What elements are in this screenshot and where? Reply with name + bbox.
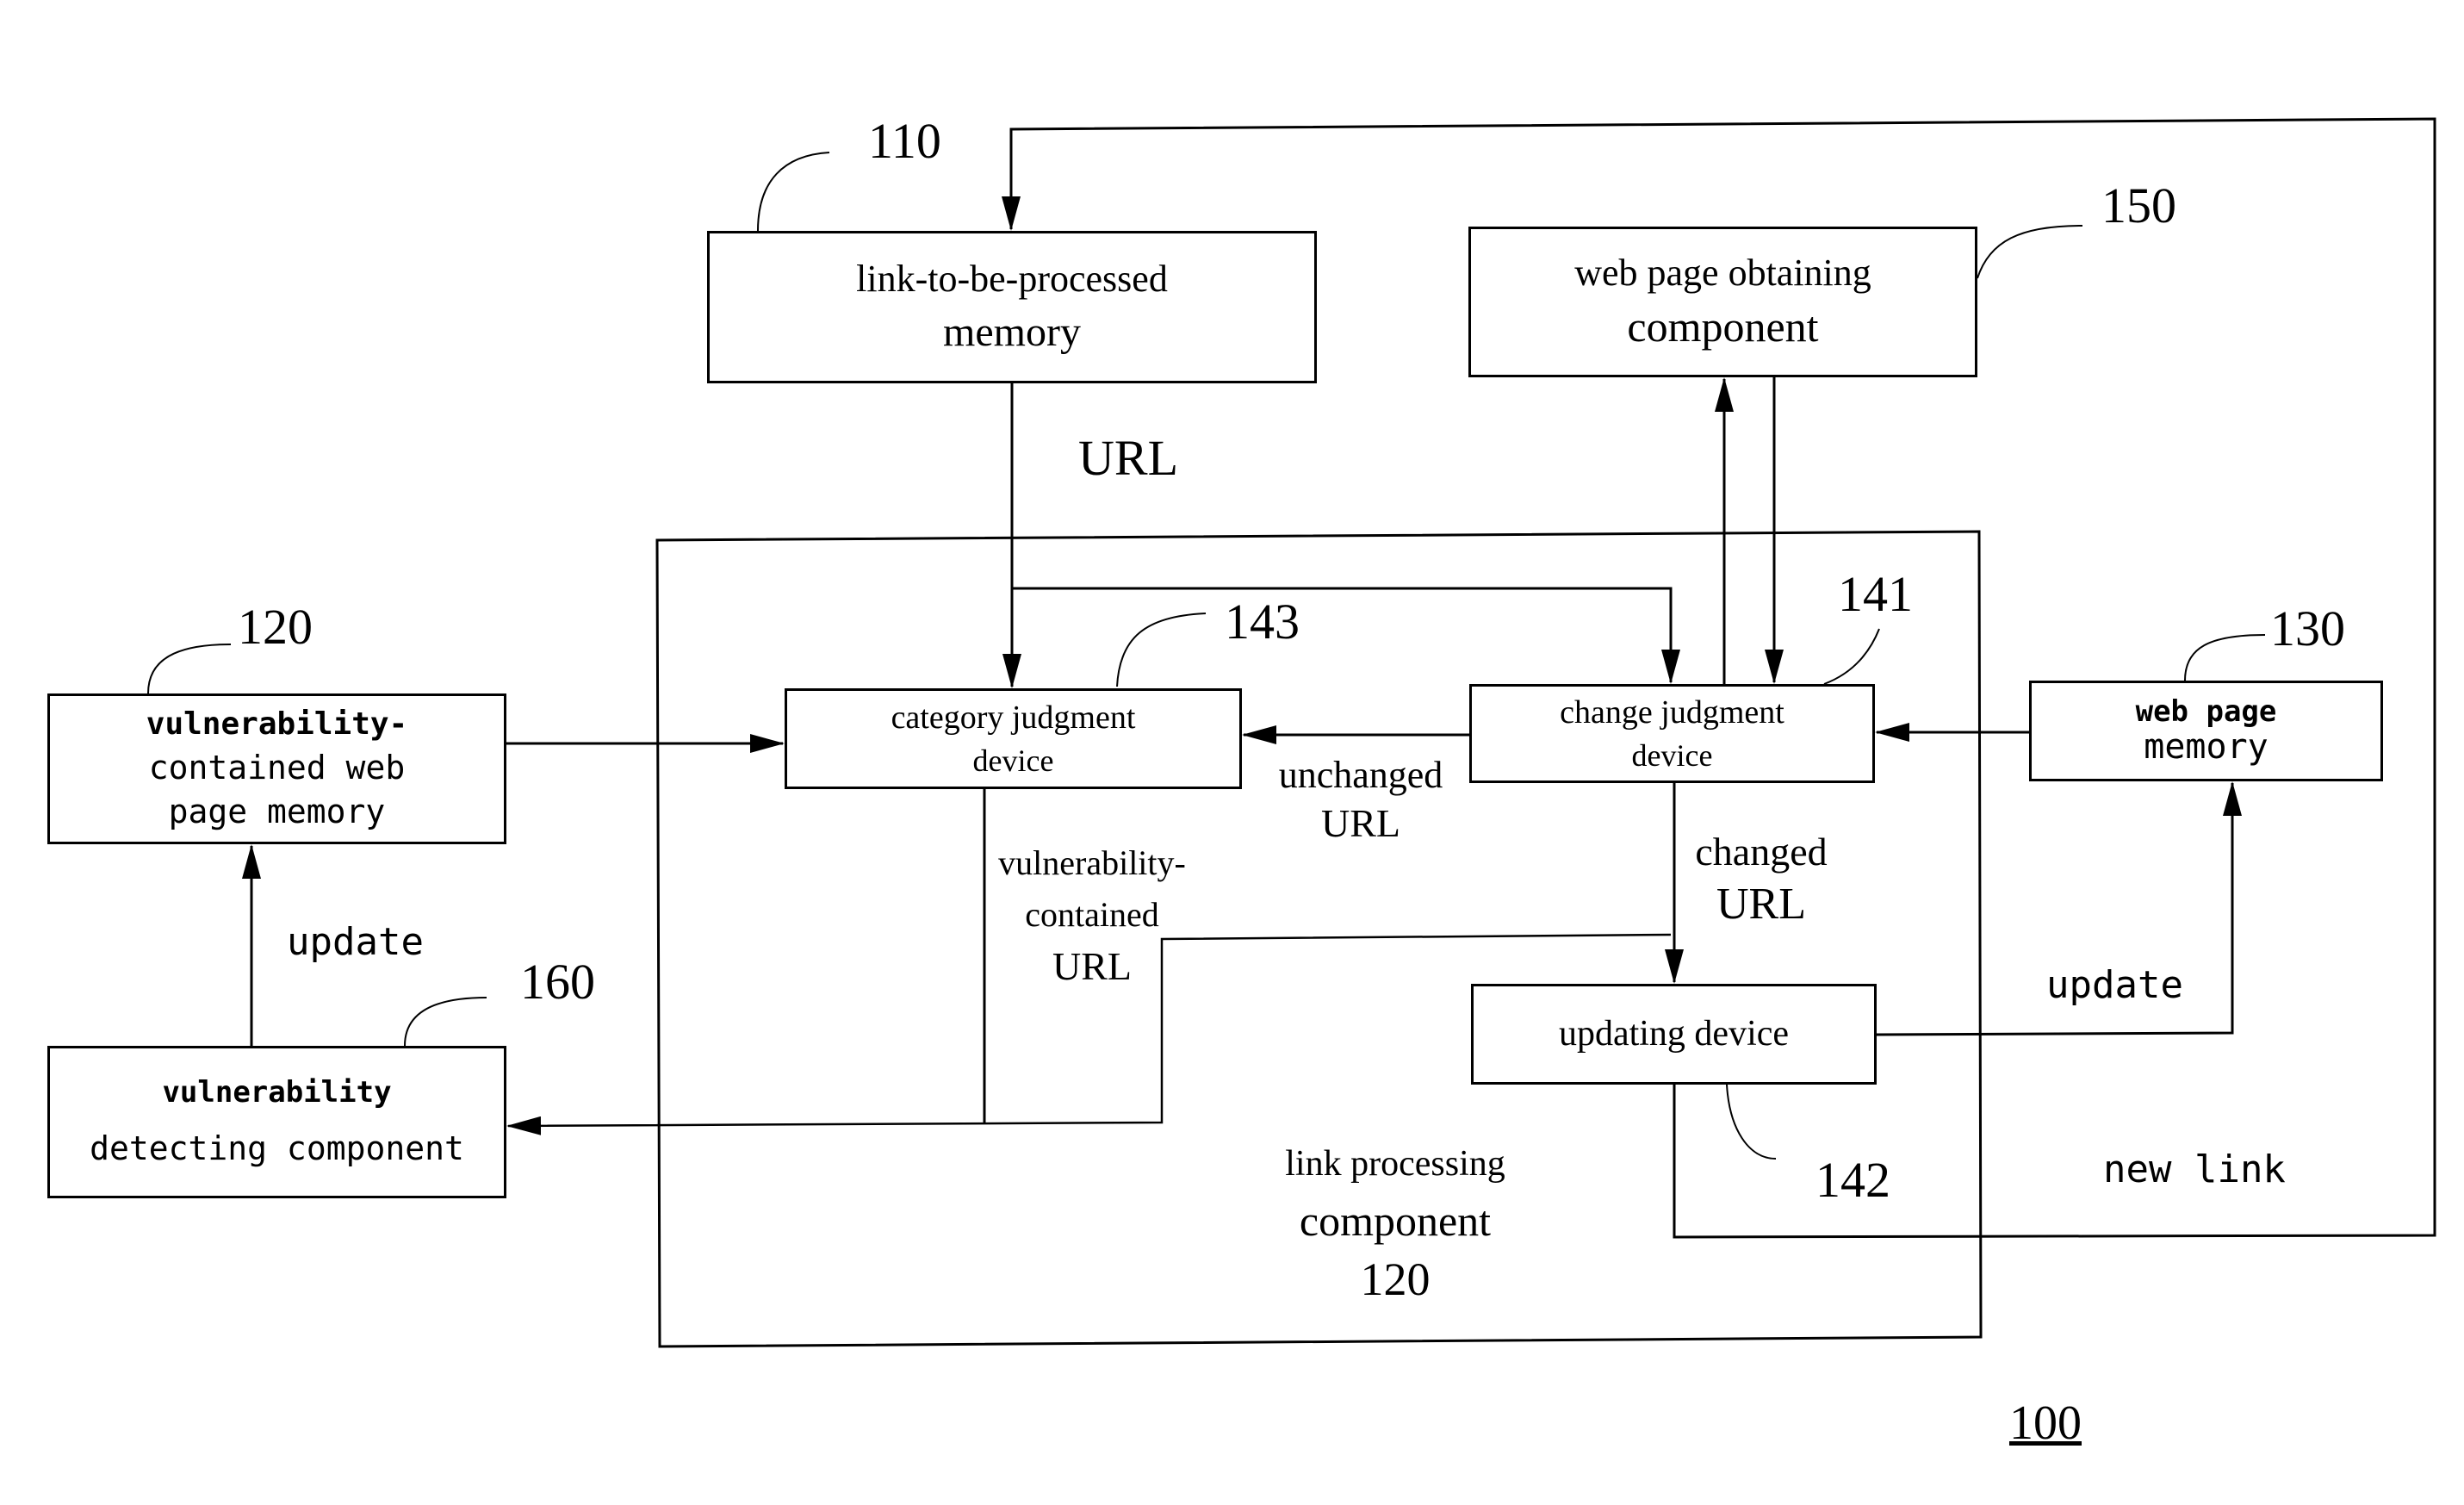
category-judgment-device: category judgment device	[785, 688, 1242, 789]
ref-150: 150	[2101, 177, 2176, 233]
box-line: change judgment	[1560, 693, 1784, 731]
box-line: contained web	[148, 748, 406, 787]
label-line: changed	[1695, 830, 1828, 874]
box-line: device	[1631, 737, 1713, 773]
leader-142	[1726, 1084, 1777, 1160]
label-line: component	[1299, 1197, 1492, 1245]
label-line: contained	[1025, 895, 1159, 934]
leader-160	[404, 997, 487, 1047]
box-line: web page obtaining	[1574, 252, 1871, 295]
link-to-be-processed-memory: link-to-be-processed memory	[707, 231, 1317, 383]
new-link-label: new link	[2103, 1147, 2286, 1191]
update-label-left: update	[287, 920, 424, 964]
box-line: web page	[2135, 693, 2277, 729]
box-line: device	[972, 743, 1054, 778]
box-line: page memory	[168, 792, 386, 830]
update-label-right: update	[2046, 963, 2183, 1007]
box-line: vulnerability-	[146, 706, 408, 742]
leader-120	[147, 644, 232, 694]
leader-141	[1823, 628, 1880, 685]
leader-130	[2184, 634, 2266, 681]
box-line: link-to-be-processed	[856, 258, 1168, 301]
updating-device: updating device	[1471, 984, 1877, 1085]
label-line: 120	[1360, 1253, 1431, 1305]
ref-160: 160	[520, 954, 595, 1010]
ref-143: 143	[1225, 594, 1300, 650]
ref-141: 141	[1838, 566, 1913, 622]
url-arrow-to-change	[1012, 587, 1680, 684]
label-line: URL	[1052, 944, 1132, 988]
box-line: detecting component	[90, 1129, 464, 1167]
label-line: URL	[1321, 801, 1400, 845]
box-line: component	[1627, 302, 1819, 351]
leader-110	[757, 152, 830, 232]
figure-number: 100	[2009, 1396, 2082, 1450]
vulnerability-detecting-component: vulnerability detecting component	[47, 1046, 506, 1198]
label-line: vulnerability-	[998, 843, 1186, 882]
label-line: link processing	[1285, 1144, 1505, 1184]
box-line: memory	[943, 308, 1081, 355]
ref-130: 130	[2270, 600, 2345, 656]
label-line: URL	[1716, 880, 1806, 929]
box-line: updating device	[1558, 1014, 1790, 1054]
web-page-obtaining-component: web page obtaining component	[1468, 227, 1977, 377]
ref-120: 120	[238, 599, 313, 655]
change-judgment-device: change judgment device	[1469, 684, 1875, 783]
ref-110: 110	[868, 113, 941, 169]
ref-142: 142	[1815, 1152, 1890, 1208]
vulnerability-contained-url-label: vulnerability- contained URL	[989, 837, 1195, 992]
changed-url-label: changed URL	[1679, 825, 1843, 930]
box-line: category judgment	[891, 699, 1136, 736]
box-line: memory	[2144, 727, 2268, 768]
url-label: URL	[1078, 430, 1178, 486]
leader-143	[1116, 613, 1207, 687]
vulnerability-contained-web-page-memory: vulnerability- contained web page memory	[47, 693, 506, 844]
link-processing-label: link processing component 120	[1223, 1135, 1567, 1309]
label-line: unchanged	[1278, 754, 1443, 796]
web-page-memory: web page memory	[2029, 681, 2383, 781]
box-line: vulnerability	[162, 1074, 392, 1110]
unchanged-url-label: unchanged URL	[1266, 751, 1455, 848]
leader-150	[1977, 225, 2083, 279]
